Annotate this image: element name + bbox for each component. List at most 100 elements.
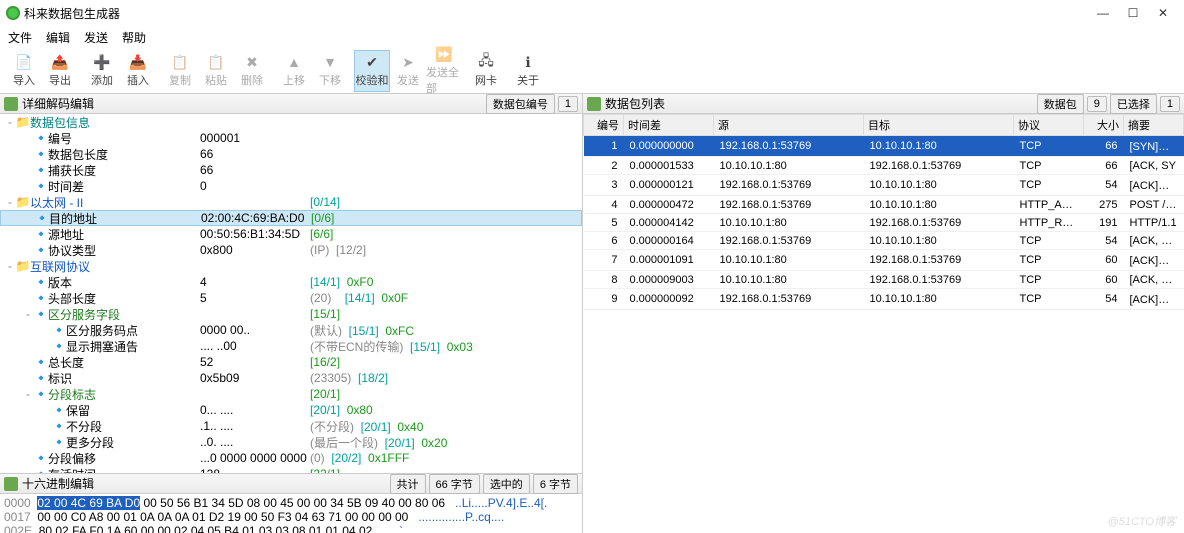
field-meta: (不分段) [20/1] 0x40 xyxy=(310,418,423,435)
menu-0[interactable]: 文件 xyxy=(8,29,32,46)
tree-row[interactable]: -🔹分段标志[20/1] xyxy=(0,386,582,402)
field-meta: [14/1] 0xF0 xyxy=(310,275,373,289)
menu-2[interactable]: 发送 xyxy=(84,29,108,46)
table-row[interactable]: 60.000000164192.168.0.1:5376910.10.10.1:… xyxy=(584,232,1184,250)
nic-button-icon: 🖧 xyxy=(477,53,495,71)
expand-icon[interactable]: - xyxy=(22,387,34,401)
table-row[interactable]: 50.00000414210.10.10.1:80192.168.0.1:537… xyxy=(584,214,1184,232)
field-icon: 🔹 xyxy=(34,131,48,145)
pkt-no-value[interactable]: 1 xyxy=(558,96,578,112)
expand-icon[interactable]: - xyxy=(4,195,16,209)
field-icon: 🔹 xyxy=(34,275,48,289)
table-row[interactable]: 70.00000109110.10.10.1:80192.168.0.1:537… xyxy=(584,250,1184,271)
field-icon: 🔹 xyxy=(34,243,48,257)
table-row[interactable]: 10.000000000192.168.0.1:5376910.10.10.1:… xyxy=(584,136,1184,157)
tree-row[interactable]: 🔹头部长度5(20) [14/1] 0x0F xyxy=(0,290,582,306)
field-icon: 🔹 xyxy=(52,339,66,353)
tree-row[interactable]: 🔹保留0... ....[20/1] 0x80 xyxy=(0,402,582,418)
minimize-button[interactable]: — xyxy=(1088,3,1118,23)
import-button[interactable]: 📄导入 xyxy=(6,50,42,92)
table-row[interactable]: 80.00000900310.10.10.1:80192.168.0.1:537… xyxy=(584,271,1184,289)
paste-button[interactable]: 📋粘贴 xyxy=(198,50,234,92)
tree-row[interactable]: 🔹区分服务码点0000 00..(默认) [15/1] 0xFC xyxy=(0,322,582,338)
table-row[interactable]: 30.000000121192.168.0.1:5376910.10.10.1:… xyxy=(584,175,1184,196)
col-header[interactable]: 时间差 xyxy=(624,115,714,136)
hex-row[interactable]: 0000 02 00 4C 69 BA D0 00 50 56 B1 34 5D… xyxy=(4,496,578,510)
expand-icon[interactable]: - xyxy=(22,307,34,321)
pkt-no-label[interactable]: 数据包编号 xyxy=(486,94,555,114)
menu-1[interactable]: 编辑 xyxy=(46,29,70,46)
tree-row[interactable]: 🔹数据包长度66 xyxy=(0,146,582,162)
tree-row[interactable]: 🔹不分段.1.. ....(不分段) [20/1] 0x40 xyxy=(0,418,582,434)
about-button[interactable]: ℹ关于 xyxy=(510,50,546,92)
tree-row[interactable]: -📁互联网协议 xyxy=(0,258,582,274)
tree-row[interactable]: -🔹区分服务字段[15/1] xyxy=(0,306,582,322)
toolbar-label: 发送全部 xyxy=(426,64,462,96)
panel-icon xyxy=(4,97,18,111)
copy-button[interactable]: 📋复制 xyxy=(162,50,198,92)
tree-row[interactable]: 🔹更多分段..0. ....(最后一个段) [20/1] 0x20 xyxy=(0,434,582,450)
field-label: 数据包信息 xyxy=(30,114,90,131)
tree-row[interactable]: 🔹编号000001 xyxy=(0,130,582,146)
tree-row[interactable]: 🔹显示拥塞通告.... ..00(不带ECN的传输) [15/1] 0x03 xyxy=(0,338,582,354)
field-icon: 🔹 xyxy=(34,451,48,465)
tree-row[interactable]: 🔹协议类型0x800(IP) [12/2] xyxy=(0,242,582,258)
checksum-button[interactable]: ✔校验和 xyxy=(354,50,390,92)
send-button[interactable]: ➤发送 xyxy=(390,50,426,92)
nic-button[interactable]: 🖧网卡 xyxy=(468,50,504,92)
export-button[interactable]: 📤导出 xyxy=(42,50,78,92)
field-label: 数据包长度 xyxy=(48,146,108,163)
tree-row[interactable]: 🔹版本 4 [14/1] 0xF0 xyxy=(0,274,582,290)
col-header[interactable]: 协议 xyxy=(1014,115,1084,136)
menu-3[interactable]: 帮助 xyxy=(122,29,146,46)
hex-sel-value: 6 字节 xyxy=(533,474,578,494)
tree-row[interactable]: 🔹标识0x5b09(23305) [18/2] xyxy=(0,370,582,386)
tree-row[interactable]: 🔹总长度52[16/2] xyxy=(0,354,582,370)
maximize-button[interactable]: ☐ xyxy=(1118,3,1148,23)
field-label: 版本 xyxy=(48,274,72,291)
tree-row[interactable]: 🔹源地址00:50:56:B1:34:5D[6/6] xyxy=(0,226,582,242)
add-button[interactable]: ➕添加 xyxy=(84,50,120,92)
field-label: 头部长度 xyxy=(48,290,96,307)
decode-panel-header: 详细解码编辑 数据包编号 1 xyxy=(0,94,582,114)
field-icon: 🔹 xyxy=(34,147,48,161)
field-value: 4 xyxy=(200,275,207,289)
expand-icon[interactable]: - xyxy=(4,115,16,129)
table-row[interactable]: 90.000000092192.168.0.1:5376910.10.10.1:… xyxy=(584,289,1184,310)
insert-button[interactable]: 📥插入 xyxy=(120,50,156,92)
hex-total-value: 66 字节 xyxy=(429,474,480,494)
col-header[interactable]: 摘要 xyxy=(1124,115,1184,136)
tree-row[interactable]: -📁以太网 - II[0/14] xyxy=(0,194,582,210)
col-header[interactable]: 源 xyxy=(714,115,864,136)
sendall-button[interactable]: ⏩发送全部 xyxy=(426,50,462,92)
field-icon: 📁 xyxy=(16,115,30,129)
tree-row[interactable]: 🔹捕获长度66 xyxy=(0,162,582,178)
table-row[interactable]: 40.000000472192.168.0.1:5376910.10.10.1:… xyxy=(584,196,1184,214)
movedown-button[interactable]: ▼下移 xyxy=(312,50,348,92)
hex-row[interactable]: 002E 80 02 FA F0 1A 60 00 00 02 04 05 B4… xyxy=(4,524,578,533)
tree-row[interactable]: -📁数据包信息 xyxy=(0,114,582,130)
hex-row[interactable]: 0017 00 00 C0 A8 00 01 0A 0A 0A 01 D2 19… xyxy=(4,510,578,524)
col-header[interactable]: 目标 xyxy=(864,115,1014,136)
checksum-button-icon: ✔ xyxy=(363,53,381,71)
decode-tree[interactable]: -📁数据包信息🔹编号000001🔹数据包长度66🔹捕获长度66🔹时间差0-📁以太… xyxy=(0,114,582,473)
col-header[interactable]: 编号 xyxy=(584,115,624,136)
packet-table[interactable]: 编号时间差源目标协议大小摘要10.000000000192.168.0.1:53… xyxy=(583,114,1184,533)
toolbar-label: 粘贴 xyxy=(205,72,227,88)
hex-dump[interactable]: 0000 02 00 4C 69 BA D0 00 50 56 B1 34 5D… xyxy=(0,494,582,533)
tree-row[interactable]: 🔹时间差0 xyxy=(0,178,582,194)
toolbar-label: 上移 xyxy=(283,72,305,88)
import-button-icon: 📄 xyxy=(15,53,33,71)
close-button[interactable]: ✕ xyxy=(1148,3,1178,23)
tree-row[interactable]: 🔹存活时间128[22/1] xyxy=(0,466,582,473)
export-button-icon: 📤 xyxy=(51,53,69,71)
delete-button[interactable]: ✖删除 xyxy=(234,50,270,92)
table-row[interactable]: 20.00000153310.10.10.1:80192.168.0.1:537… xyxy=(584,157,1184,175)
expand-icon[interactable]: - xyxy=(4,259,16,273)
tree-row[interactable]: 🔹目的地址02:00:4C:69:BA:D0[0/6] xyxy=(0,210,582,226)
field-label: 存活时间 xyxy=(48,466,96,474)
moveup-button[interactable]: ▲上移 xyxy=(276,50,312,92)
col-header[interactable]: 大小 xyxy=(1084,115,1124,136)
toolbar-label: 添加 xyxy=(91,72,113,88)
tree-row[interactable]: 🔹分段偏移...0 0000 0000 0000(0) [20/2] 0x1FF… xyxy=(0,450,582,466)
